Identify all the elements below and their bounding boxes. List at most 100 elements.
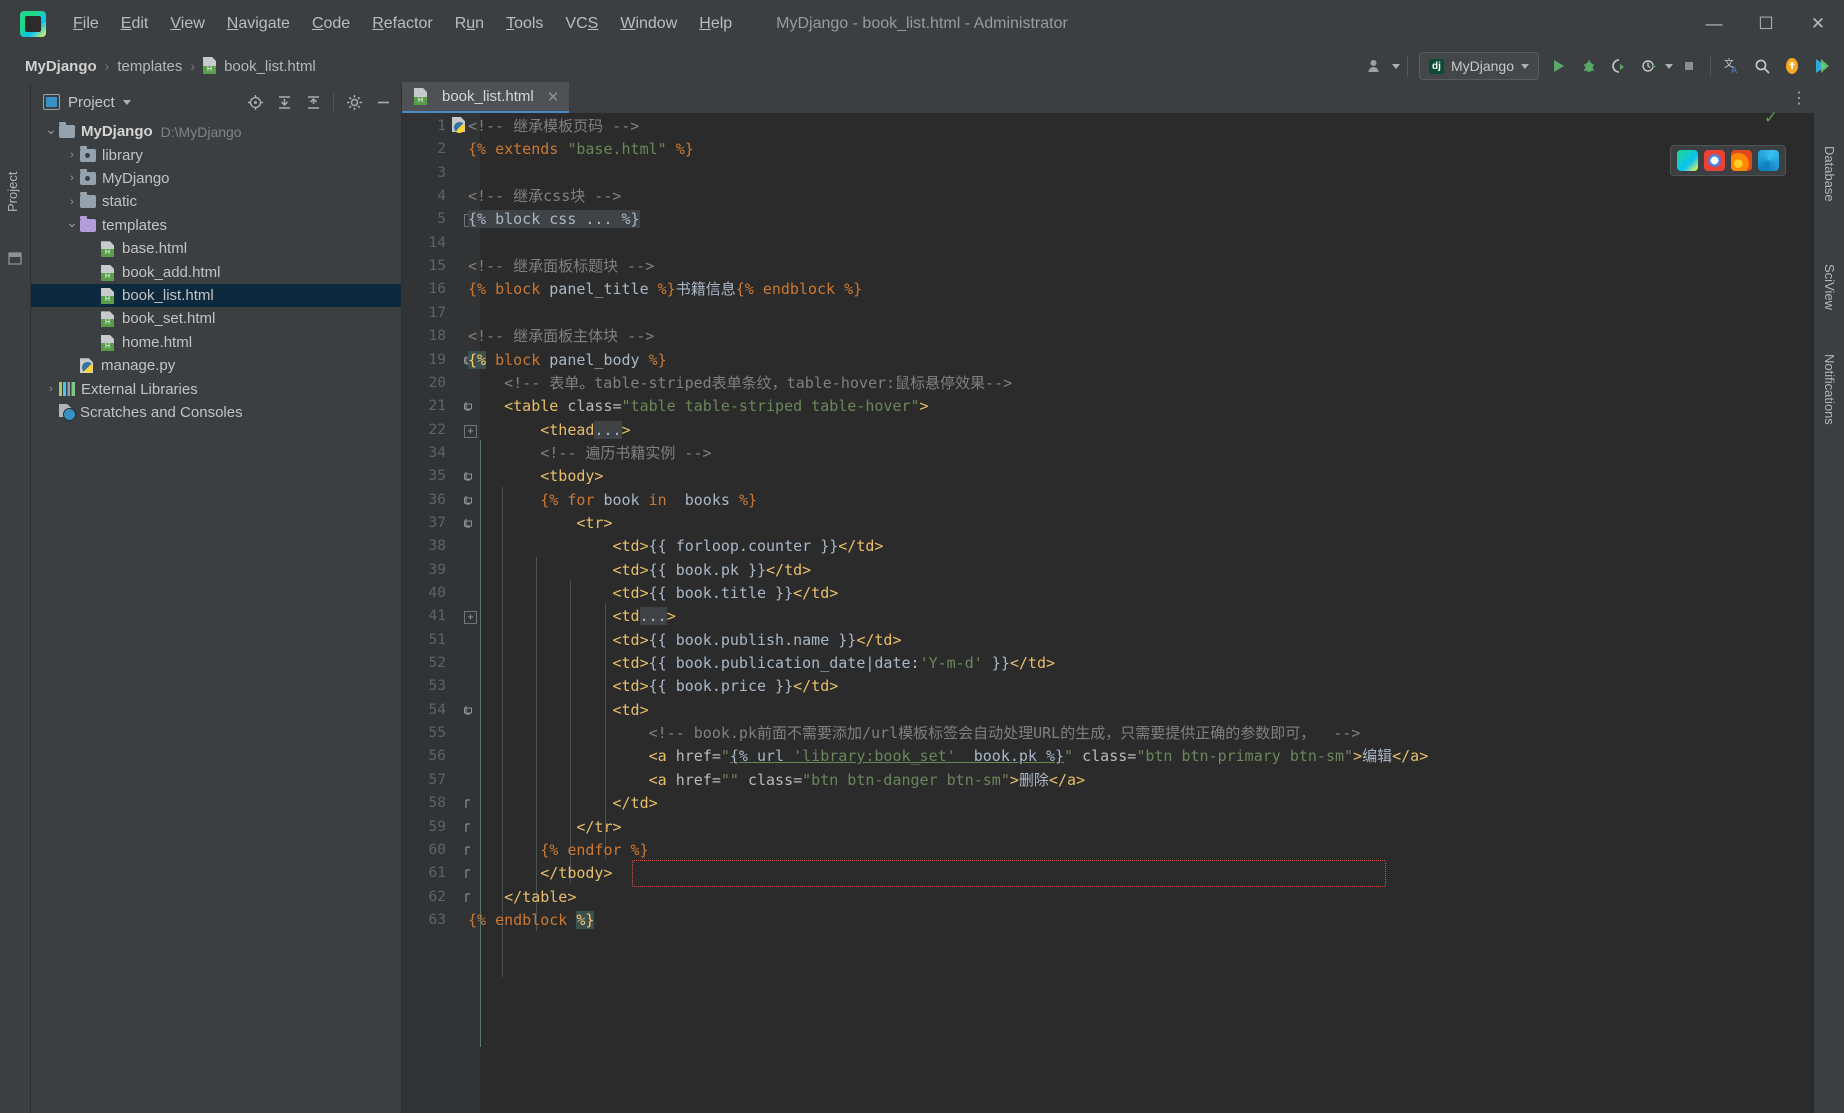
code-line[interactable]: </td> [468,792,658,815]
debug-button[interactable] [1575,52,1603,80]
code-line[interactable]: <!-- 继承模板页码 --> [468,115,639,138]
code-line[interactable]: <td>{{ forloop.counter }}</td> [468,535,884,558]
tool-window-button-notifications[interactable]: Notifications [1822,354,1837,425]
profiler-button[interactable] [1635,52,1663,80]
code-line[interactable]: <td>{{ book.publication_date|date:'Y-m-d… [468,652,1056,675]
user-profile-icon[interactable] [1362,52,1390,80]
chevron-down-icon[interactable]: ⌄ [64,214,80,231]
code-line[interactable]: {% block panel_title %}书籍信息{% endblock %… [468,278,862,301]
tree-item-book-set-html[interactable]: book_set.html [31,307,402,330]
code-line[interactable]: {% extends "base.html" %} [468,138,694,161]
tree-item-external-libraries[interactable]: › External Libraries [31,377,402,400]
code-line[interactable]: <a href="{% url 'library:book_set' book.… [468,745,1429,768]
menu-item-edit[interactable]: Edit [110,10,160,38]
close-button[interactable]: ✕ [1792,2,1844,46]
menu-item-code[interactable]: Code [301,10,361,38]
menu-item-run[interactable]: Run [444,10,495,38]
code-line[interactable]: </table> [468,886,576,909]
close-icon[interactable]: ✕ [547,88,560,106]
locate-file-icon[interactable] [242,89,268,115]
profiler-chevron-down-icon[interactable] [1665,63,1673,69]
structure-icon[interactable] [8,252,22,266]
search-everywhere-icon[interactable] [1748,52,1776,80]
code-line[interactable]: <!-- 继承css块 --> [468,185,621,208]
code-line[interactable]: <!-- book.pk前面不需要添加/url模板标签会自动处理URL的生成，只… [468,722,1361,745]
code-line[interactable]: <tr> [468,512,612,535]
code-editor[interactable]: 1 <!-- 继承模板页码 --> 2 {% extends "base.html" … [402,113,1814,1113]
code-line[interactable]: {% endfor %} [468,839,648,862]
code-line[interactable]: <td>{{ book.pk }}</td> [468,559,812,582]
tree-item-base-html[interactable]: base.html [31,237,402,260]
menu-item-vcs[interactable]: VCS [554,10,609,38]
code-line[interactable]: <!-- 继承面板主体块 --> [468,325,654,348]
code-line[interactable]: <!-- 继承面板标题块 --> [468,255,654,278]
chrome-icon[interactable] [1704,150,1725,171]
code-line[interactable]: {% for book in books %} [468,489,757,512]
menu-item-view[interactable]: View [159,10,215,38]
menu-item-refactor[interactable]: Refactor [361,10,443,38]
code-line[interactable]: {% block css ... %} [468,208,640,231]
code-line[interactable]: </tbody> [468,862,612,885]
tree-item-manage-py[interactable]: manage.py [31,354,402,377]
tree-item-scratches-and-consoles[interactable]: Scratches and Consoles [31,401,402,424]
code-line[interactable]: <td>{{ book.title }}</td> [468,582,839,605]
inspection-status-icon[interactable]: ✓ [1764,108,1778,128]
breadcrumb-folder[interactable]: templates [114,56,185,77]
tool-window-button-project[interactable]: Project [5,172,20,212]
menu-item-help[interactable]: Help [688,10,743,38]
run-with-coverage-button[interactable] [1605,52,1633,80]
code-line[interactable]: <tbody> [468,465,603,488]
code-line[interactable]: <td>{{ book.publish.name }}</td> [468,629,902,652]
share-icon[interactable] [1808,52,1836,80]
menu-item-window[interactable]: Window [609,10,688,38]
chevron-down-icon[interactable] [122,99,131,105]
update-project-icon[interactable] [1778,52,1806,80]
project-panel-title[interactable]: Project [43,94,131,111]
chevron-right-icon[interactable]: › [64,147,80,163]
tree-item-templates[interactable]: ⌄ templates [31,214,402,237]
chevron-right-icon[interactable]: › [64,170,80,186]
edge-icon[interactable] [1758,150,1779,171]
tree-item-book-add-html[interactable]: book_add.html [31,260,402,283]
code-line[interactable]: <td>{{ book.price }}</td> [468,675,839,698]
code-line[interactable]: {% endblock %} [468,909,595,932]
chevron-right-icon[interactable]: › [43,381,59,397]
tree-item-mydjango[interactable]: ⌄ MyDjango D:\MyDjango [31,120,402,143]
code-line[interactable]: {% block panel_body %} [468,349,667,372]
settings-gear-icon[interactable] [341,89,367,115]
menu-item-tools[interactable]: Tools [495,10,554,38]
profile-chevron-down-icon[interactable] [1391,63,1400,69]
breadcrumb-project[interactable]: MyDjango [22,56,100,77]
code-line[interactable]: <table class="table table-striped table-… [468,395,928,418]
minimize-button[interactable]: — [1688,2,1740,46]
stop-button[interactable] [1675,52,1703,80]
more-options-icon[interactable]: ⋮ [1791,88,1808,108]
tree-item-book-list-html[interactable]: book_list.html [31,283,402,308]
tool-window-button-sciview[interactable]: SciView [1822,264,1837,310]
code-line[interactable]: <td...> [468,605,676,628]
collapse-all-icon[interactable] [300,89,326,115]
code-line[interactable]: <td> [468,699,649,722]
hide-panel-icon[interactable] [370,89,396,115]
maximize-button[interactable]: ☐ [1740,2,1792,46]
code-line[interactable]: </tr> [468,816,621,839]
chevron-down-icon[interactable]: ⌄ [43,121,59,137]
menu-item-file[interactable]: File [62,10,110,38]
pycharm-preview-icon[interactable] [1677,150,1698,171]
code-line[interactable]: <!-- 遍历书籍实例 --> [468,442,711,465]
run-configuration-selector[interactable]: dj MyDjango [1418,52,1539,80]
firefox-icon[interactable] [1731,150,1752,171]
breadcrumb-file[interactable]: book_list.html [200,55,319,77]
tool-window-button-database[interactable]: Database [1822,146,1837,202]
translate-icon[interactable]: 文A [1718,52,1746,80]
code-line[interactable]: <thead...> [468,419,631,442]
run-button[interactable] [1545,52,1573,80]
tree-item-mydjango[interactable]: › MyDjango [31,167,402,190]
code-line[interactable]: <!-- 表单。table-striped表单条纹，table-hover:鼠标… [468,372,1012,395]
code-line[interactable]: <a href="" class="btn btn-danger btn-sm"… [468,769,1085,792]
tree-item-home-html[interactable]: home.html [31,331,402,354]
tree-item-static[interactable]: › static [31,190,402,213]
tree-item-library[interactable]: › library [31,143,402,166]
tab-book-list-html[interactable]: book_list.html ✕ [402,82,570,113]
chevron-right-icon[interactable]: › [64,194,80,210]
